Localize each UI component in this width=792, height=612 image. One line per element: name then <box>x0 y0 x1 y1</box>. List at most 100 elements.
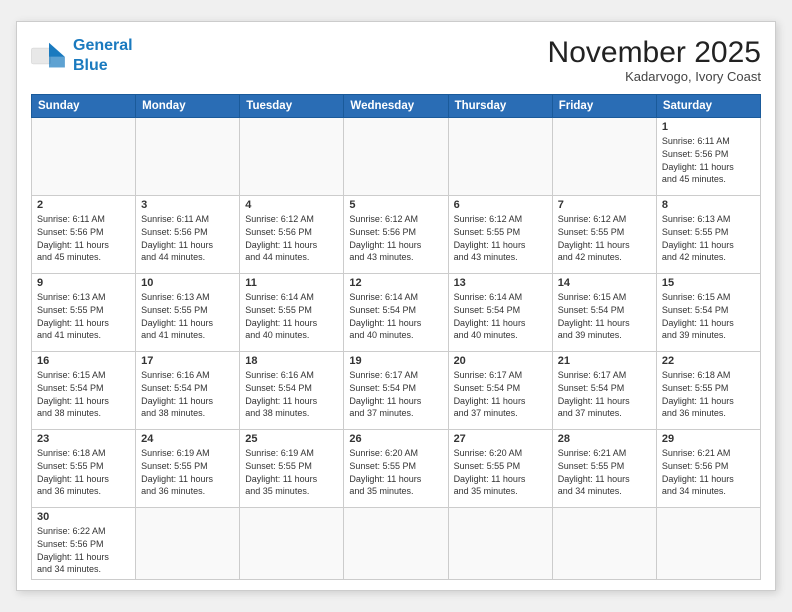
day-number: 25 <box>245 433 338 445</box>
calendar-cell: 7 Sunrise: 6:12 AM Sunset: 5:55 PM Daylig… <box>552 196 656 274</box>
day-info: Sunrise: 6:18 AM Sunset: 5:55 PM Dayligh… <box>37 447 130 497</box>
calendar-cell: 9Sunrise: 6:13 AM Sunset: 5:55 PM Daylig… <box>32 274 136 352</box>
calendar-cell: 24Sunrise: 6:19 AM Sunset: 5:55 PM Dayli… <box>136 430 240 508</box>
day-number: 16 <box>37 355 130 367</box>
day-number: 27 <box>454 433 547 445</box>
day-info: Sunrise: 6:11 AM Sunset: 5:56 PM Dayligh… <box>662 135 755 185</box>
calendar-cell <box>240 118 344 196</box>
weekday-header-sunday: Sunday <box>32 95 136 118</box>
calendar-cell: 20 Sunrise: 6:17 AM Sunset: 5:54 PM Dayli… <box>448 352 552 430</box>
calendar-cell: 30Sunrise: 6:22 AM Sunset: 5:56 PM Dayli… <box>32 508 136 579</box>
day-number: 8 <box>662 199 755 211</box>
logo-text: General Blue <box>73 36 133 74</box>
day-info: Sunrise: 6:17 AM Sunset: 5:54 PM Dayligh… <box>349 369 442 419</box>
calendar-cell: 10 Sunrise: 6:13 AM Sunset: 5:55 PM Dayli… <box>136 274 240 352</box>
day-number: 23 <box>37 433 130 445</box>
calendar-row-2: 2 Sunrise: 6:11 AM Sunset: 5:56 PM Daylig… <box>32 196 761 274</box>
calendar-cell: 29 Sunrise: 6:21 AM Sunset: 5:56 PM Dayli… <box>656 430 760 508</box>
calendar-row-5: 23 Sunrise: 6:18 AM Sunset: 5:55 PM Dayli… <box>32 430 761 508</box>
calendar-cell <box>552 508 656 579</box>
calendar-cell: 26 Sunrise: 6:20 AM Sunset: 5:55 PM Dayli… <box>344 430 448 508</box>
calendar-header: General Blue November 2025 Kadarvogo, Iv… <box>31 36 761 84</box>
calendar-row-6: 30Sunrise: 6:22 AM Sunset: 5:56 PM Dayli… <box>32 508 761 579</box>
calendar-cell: 6Sunrise: 6:12 AM Sunset: 5:55 PM Daylig… <box>448 196 552 274</box>
day-number: 18 <box>245 355 338 367</box>
logo-icon <box>31 41 67 71</box>
day-number: 12 <box>349 277 442 289</box>
calendar-grid: SundayMondayTuesdayWednesdayThursdayFrid… <box>31 94 761 579</box>
calendar-cell: 28 Sunrise: 6:21 AM Sunset: 5:55 PM Dayli… <box>552 430 656 508</box>
calendar-cell: 19 Sunrise: 6:17 AM Sunset: 5:54 PM Dayli… <box>344 352 448 430</box>
calendar-cell <box>344 118 448 196</box>
day-info: Sunrise: 6:21 AM Sunset: 5:56 PM Dayligh… <box>662 447 755 497</box>
day-number: 29 <box>662 433 755 445</box>
calendar-cell: 4 Sunrise: 6:12 AM Sunset: 5:56 PM Daylig… <box>240 196 344 274</box>
calendar-cell: 1 Sunrise: 6:11 AM Sunset: 5:56 PM Daylig… <box>656 118 760 196</box>
calendar-cell: 23 Sunrise: 6:18 AM Sunset: 5:55 PM Dayli… <box>32 430 136 508</box>
month-title: November 2025 <box>548 36 761 69</box>
day-number: 21 <box>558 355 651 367</box>
calendar-cell <box>448 508 552 579</box>
calendar-cell <box>136 118 240 196</box>
calendar-cell <box>656 508 760 579</box>
day-info: Sunrise: 6:20 AM Sunset: 5:55 PM Dayligh… <box>349 447 442 497</box>
day-info: Sunrise: 6:17 AM Sunset: 5:54 PM Dayligh… <box>558 369 651 419</box>
day-info: Sunrise: 6:21 AM Sunset: 5:55 PM Dayligh… <box>558 447 651 497</box>
calendar-cell: 25 Sunrise: 6:19 AM Sunset: 5:55 PM Dayli… <box>240 430 344 508</box>
day-info: Sunrise: 6:11 AM Sunset: 5:56 PM Dayligh… <box>141 213 234 263</box>
weekday-header-row: SundayMondayTuesdayWednesdayThursdayFrid… <box>32 95 761 118</box>
calendar-cell: 21 Sunrise: 6:17 AM Sunset: 5:54 PM Dayli… <box>552 352 656 430</box>
logo: General Blue <box>31 36 133 74</box>
day-number: 14 <box>558 277 651 289</box>
calendar-cell: 2Sunrise: 6:11 AM Sunset: 5:56 PM Daylig… <box>32 196 136 274</box>
calendar-cell: 22 Sunrise: 6:18 AM Sunset: 5:55 PM Dayli… <box>656 352 760 430</box>
day-number: 5 <box>349 199 442 211</box>
calendar-cell <box>32 118 136 196</box>
calendar-cell: 3 Sunrise: 6:11 AM Sunset: 5:56 PM Daylig… <box>136 196 240 274</box>
day-info: Sunrise: 6:12 AM Sunset: 5:56 PM Dayligh… <box>349 213 442 263</box>
day-number: 2 <box>37 199 130 211</box>
day-number: 15 <box>662 277 755 289</box>
calendar-cell: 13 Sunrise: 6:14 AM Sunset: 5:54 PM Dayli… <box>448 274 552 352</box>
day-number: 1 <box>662 121 755 133</box>
weekday-header-saturday: Saturday <box>656 95 760 118</box>
day-info: Sunrise: 6:15 AM Sunset: 5:54 PM Dayligh… <box>558 291 651 341</box>
day-info: Sunrise: 6:15 AM Sunset: 5:54 PM Dayligh… <box>662 291 755 341</box>
day-number: 22 <box>662 355 755 367</box>
day-number: 7 <box>558 199 651 211</box>
day-number: 19 <box>349 355 442 367</box>
calendar-cell <box>240 508 344 579</box>
day-info: Sunrise: 6:13 AM Sunset: 5:55 PM Dayligh… <box>662 213 755 263</box>
day-number: 10 <box>141 277 234 289</box>
day-number: 17 <box>141 355 234 367</box>
calendar-row-1: 1 Sunrise: 6:11 AM Sunset: 5:56 PM Daylig… <box>32 118 761 196</box>
day-info: Sunrise: 6:18 AM Sunset: 5:55 PM Dayligh… <box>662 369 755 419</box>
day-number: 20 <box>454 355 547 367</box>
weekday-header-tuesday: Tuesday <box>240 95 344 118</box>
day-info: Sunrise: 6:12 AM Sunset: 5:56 PM Dayligh… <box>245 213 338 263</box>
calendar-cell: 8 Sunrise: 6:13 AM Sunset: 5:55 PM Daylig… <box>656 196 760 274</box>
day-number: 13 <box>454 277 547 289</box>
day-info: Sunrise: 6:19 AM Sunset: 5:55 PM Dayligh… <box>245 447 338 497</box>
day-info: Sunrise: 6:19 AM Sunset: 5:55 PM Dayligh… <box>141 447 234 497</box>
day-number: 30 <box>37 511 130 523</box>
day-info: Sunrise: 6:15 AM Sunset: 5:54 PM Dayligh… <box>37 369 130 419</box>
day-number: 28 <box>558 433 651 445</box>
day-number: 3 <box>141 199 234 211</box>
day-number: 4 <box>245 199 338 211</box>
calendar-cell <box>344 508 448 579</box>
day-info: Sunrise: 6:16 AM Sunset: 5:54 PM Dayligh… <box>245 369 338 419</box>
day-info: Sunrise: 6:14 AM Sunset: 5:54 PM Dayligh… <box>454 291 547 341</box>
day-info: Sunrise: 6:13 AM Sunset: 5:55 PM Dayligh… <box>141 291 234 341</box>
calendar-cell <box>136 508 240 579</box>
calendar-cell: 17Sunrise: 6:16 AM Sunset: 5:54 PM Dayli… <box>136 352 240 430</box>
calendar-row-3: 9Sunrise: 6:13 AM Sunset: 5:55 PM Daylig… <box>32 274 761 352</box>
day-number: 26 <box>349 433 442 445</box>
weekday-header-wednesday: Wednesday <box>344 95 448 118</box>
day-info: Sunrise: 6:12 AM Sunset: 5:55 PM Dayligh… <box>558 213 651 263</box>
weekday-header-monday: Monday <box>136 95 240 118</box>
day-info: Sunrise: 6:17 AM Sunset: 5:54 PM Dayligh… <box>454 369 547 419</box>
day-number: 6 <box>454 199 547 211</box>
calendar-cell: 5 Sunrise: 6:12 AM Sunset: 5:56 PM Daylig… <box>344 196 448 274</box>
calendar-cell <box>448 118 552 196</box>
